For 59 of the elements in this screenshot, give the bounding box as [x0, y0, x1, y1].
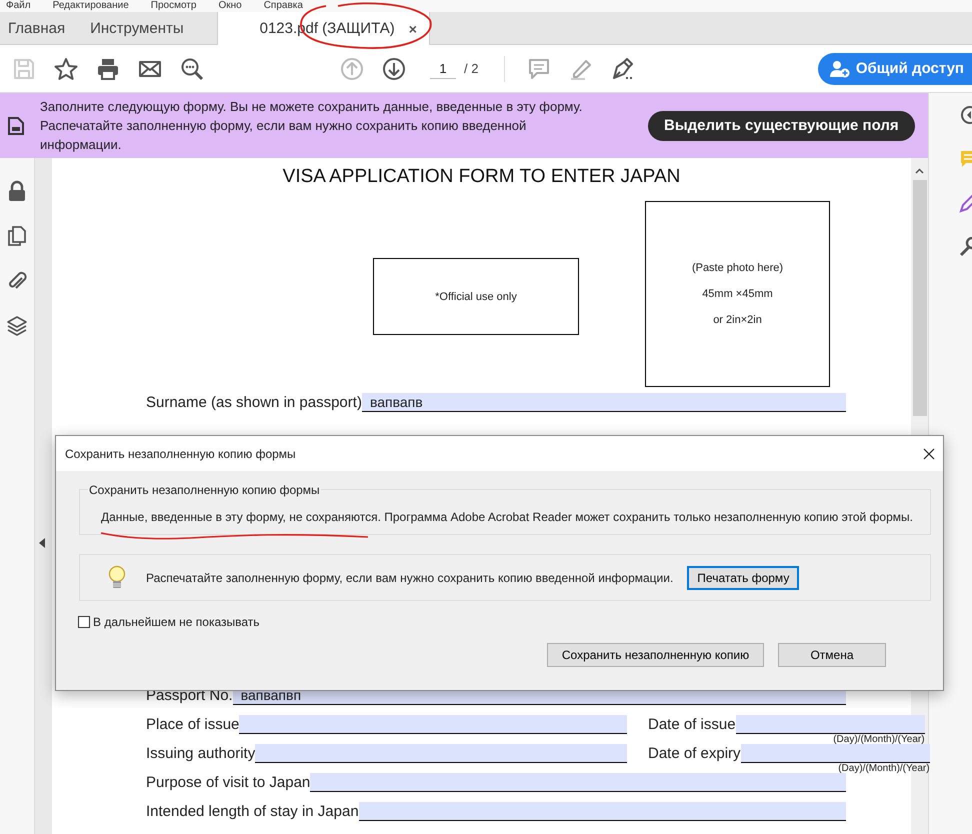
- menu-item[interactable]: Редактирование: [52, 0, 129, 12]
- scroll-up-icon[interactable]: [915, 168, 924, 174]
- input-field[interactable]: [239, 715, 627, 734]
- close-button[interactable]: ×: [408, 20, 417, 36]
- tip-text: Распечатайте заполненную форму, если вам нужно сохранить копию введенной информации.: [146, 570, 674, 584]
- menu-item[interactable]: Просмотр: [150, 0, 196, 12]
- collapse-arrow-icon[interactable]: [39, 538, 46, 548]
- menu-item[interactable]: Окно: [218, 0, 242, 12]
- scrollbar-thumb[interactable]: [912, 180, 926, 416]
- input-field[interactable]: [740, 744, 930, 763]
- dialog-message: Данные, введенные в эту форму, не сохраняются. Программа Adobe Acrobat Reader может сохранить только незаполненную копию этой формы.: [101, 510, 913, 524]
- dialog-button[interactable]: Сохранить незаполненную копию: [547, 643, 764, 667]
- lock-icon[interactable]: [6, 180, 28, 202]
- add-person-icon: [830, 60, 850, 78]
- checkbox-label: В дальнейшем не показывать: [93, 615, 260, 629]
- input-field[interactable]: [310, 773, 846, 792]
- tab[interactable]: Главная: [0, 12, 82, 44]
- input-field[interactable]: [255, 744, 627, 763]
- menu-item[interactable]: Файл: [6, 0, 31, 12]
- date-format-hint: (Day)/(Month)/(Year): [838, 763, 930, 774]
- print-form-button[interactable]: Печатать форму: [687, 566, 800, 590]
- layers-icon[interactable]: [6, 315, 28, 337]
- box-label: *Official use only: [435, 290, 517, 302]
- menu-item[interactable]: Справка: [264, 0, 303, 12]
- close-icon[interactable]: [923, 448, 935, 460]
- box-label: or 2in×2in: [713, 314, 762, 326]
- printer-icon[interactable]: [96, 56, 120, 80]
- dialog-title: Сохранить незаполненную копию формы: [56, 436, 943, 471]
- field-label: Issuing authority: [146, 744, 256, 763]
- field-label: Date of expiry: [648, 744, 741, 763]
- field-label: Date of issue: [648, 715, 736, 734]
- box-label: (Paste photo here): [692, 262, 784, 274]
- field-label: Surname (as shown in passport): [146, 393, 362, 412]
- share-button[interactable]: Общий доступ: [818, 52, 972, 84]
- highlight-fields-button[interactable]: Выделить существующие поля: [648, 110, 915, 140]
- field-label: Place of issue: [146, 715, 240, 734]
- field-label: Intended length of stay in Japan: [146, 802, 359, 821]
- lightbulb-icon: [108, 564, 126, 590]
- form-document-icon: [8, 116, 24, 134]
- box-label: 45mm ×45mm: [702, 288, 773, 300]
- input-field[interactable]: [358, 802, 846, 821]
- field-label: Purpose of visit to Japan: [146, 773, 310, 792]
- star-icon[interactable]: [54, 56, 78, 80]
- pen-nib-icon[interactable]: [611, 56, 636, 80]
- input-field[interactable]: вапвапв: [362, 393, 846, 412]
- document-title: VISA APPLICATION FORM TO ENTER JAPAN: [282, 166, 682, 188]
- tab[interactable]: Инструменты: [82, 12, 201, 44]
- panel-toggle-icon[interactable]: [959, 105, 972, 125]
- date-format-hint: (Day)/(Month)/(Year): [833, 734, 925, 745]
- banner-message: Заполните следующую форму. Вы не можете сохранить данные, введенные в эту форму. Распечатайте заполненную форму, если вам нужно сохранить копию введенной информации.: [40, 98, 584, 154]
- input-field[interactable]: [736, 715, 925, 734]
- pen-icon[interactable]: [959, 193, 972, 213]
- checkbox[interactable]: [78, 616, 90, 628]
- dialog-button[interactable]: Отмена: [778, 643, 886, 667]
- page-number-field[interactable]: 1: [430, 58, 456, 78]
- search-icon[interactable]: [180, 56, 204, 80]
- page-total: / 2: [464, 61, 478, 76]
- group-title: Сохранить незаполненную копию формы: [88, 483, 321, 497]
- pages-icon[interactable]: [6, 225, 28, 247]
